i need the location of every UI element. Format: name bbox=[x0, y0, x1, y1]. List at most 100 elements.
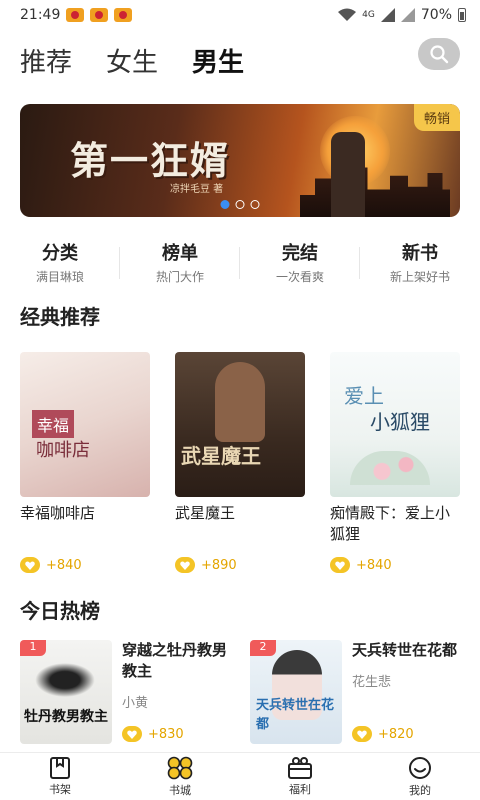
app-notification-icon bbox=[114, 8, 133, 22]
tab-male[interactable]: 男生 bbox=[190, 42, 247, 79]
cover-flower bbox=[350, 451, 430, 485]
status-left: 21:49 bbox=[20, 7, 133, 23]
top-tabs: 推荐 女生 男生 bbox=[0, 30, 480, 90]
category-title: 完结 bbox=[282, 239, 318, 265]
network-label: 4G bbox=[362, 10, 375, 20]
tab-recommend[interactable]: 推荐 bbox=[20, 42, 72, 79]
profile-icon bbox=[409, 756, 431, 779]
status-right: 4G 70% bbox=[338, 7, 466, 23]
heat-value: +840 bbox=[356, 557, 392, 573]
cover-title: 爱上 bbox=[344, 384, 384, 408]
book-card[interactable]: 武星魔王 武星魔王 +890 bbox=[175, 352, 305, 573]
cover-title: 小狐狸 bbox=[370, 410, 430, 434]
book-author: 小黄 bbox=[122, 696, 149, 711]
heat-value: +830 bbox=[148, 726, 184, 742]
heat-count: +830 bbox=[122, 726, 230, 742]
nav-bookshelf[interactable]: 书架 bbox=[0, 753, 120, 800]
category-rankings[interactable]: 榜单 热门大作 bbox=[120, 239, 240, 285]
book-cover: 幸福 咖啡店 bbox=[20, 352, 150, 497]
heart-coin-icon bbox=[352, 726, 372, 742]
hot-book-info: 天兵转世在花都 花生悲 +820 bbox=[352, 640, 457, 744]
cover-title: 牡丹教男教主 bbox=[24, 709, 108, 725]
rank-badge: 2 bbox=[250, 640, 276, 656]
book-title: 穿越之牡丹教男教主 bbox=[122, 641, 228, 680]
search-icon bbox=[430, 45, 449, 64]
cover-title: 天兵转世在花都 bbox=[256, 698, 335, 732]
banner-dot[interactable] bbox=[250, 200, 260, 209]
book-cover: 1 牡丹教男教主 bbox=[20, 640, 112, 744]
nav-welfare[interactable]: 福利 bbox=[240, 753, 360, 800]
nav-label: 书架 bbox=[49, 782, 71, 796]
app-notification-icon bbox=[90, 8, 109, 22]
heat-count: +890 bbox=[175, 557, 305, 573]
heat-value: +890 bbox=[201, 557, 237, 573]
category-subtitle: 一次看爽 bbox=[275, 270, 324, 284]
category-completed[interactable]: 完结 一次看爽 bbox=[240, 239, 360, 285]
banner-author: 凉拌毛豆 著 bbox=[170, 184, 224, 195]
book-title: 武星魔王 bbox=[175, 504, 236, 522]
cover-ink bbox=[30, 660, 100, 700]
book-card[interactable]: 爱上 小狐狸 痴情殿下：爱上小狐狸 +840 bbox=[330, 352, 460, 573]
classic-book-list: 幸福 咖啡店 幸福咖啡店 +840 武星魔王 武星魔王 +890 爱上 小狐狸 … bbox=[0, 352, 480, 573]
cover-title: 幸福 bbox=[32, 410, 75, 438]
category-classify[interactable]: 分类 满目琳琅 bbox=[0, 239, 120, 285]
heart-coin-icon bbox=[175, 557, 195, 573]
heart-coin-icon bbox=[20, 557, 40, 573]
bestseller-badge: 畅销 bbox=[413, 104, 460, 131]
status-time: 21:49 bbox=[20, 7, 61, 23]
heat-count: +820 bbox=[352, 726, 457, 742]
promo-banner[interactable]: 第一狂婿 凉拌毛豆 著 畅销 bbox=[20, 104, 460, 217]
app-notification-icon bbox=[66, 8, 85, 22]
bottom-navigation: 书架 书城 福利 我的 bbox=[0, 752, 480, 800]
nav-label: 我的 bbox=[409, 783, 431, 797]
section-title-classic: 经典推荐 bbox=[20, 301, 100, 330]
bookstore-icon bbox=[167, 756, 193, 779]
heat-value: +840 bbox=[46, 557, 82, 573]
wifi-icon bbox=[338, 8, 357, 21]
hot-book-list: 1 牡丹教男教主 穿越之牡丹教男教主 小黄 +830 2 天兵转世在花都 天兵转… bbox=[0, 640, 480, 744]
book-cover: 武星魔王 bbox=[175, 352, 305, 497]
search-button[interactable] bbox=[418, 38, 460, 70]
section-title-hot: 今日热榜 bbox=[20, 595, 100, 624]
hot-book-card[interactable]: 2 天兵转世在花都 天兵转世在花都 花生悲 +820 bbox=[250, 640, 460, 744]
category-subtitle: 满目琳琅 bbox=[35, 270, 84, 284]
book-cover: 2 天兵转世在花都 bbox=[250, 640, 342, 744]
book-title: 天兵转世在花都 bbox=[352, 641, 458, 659]
book-card[interactable]: 幸福 咖啡店 幸福咖啡店 +840 bbox=[20, 352, 150, 573]
category-subtitle: 热门大作 bbox=[155, 270, 204, 284]
book-cover: 爱上 小狐狸 bbox=[330, 352, 460, 497]
heat-value: +820 bbox=[378, 726, 414, 742]
cover-title: 武星魔王 bbox=[181, 444, 261, 468]
signal-icon bbox=[400, 8, 415, 22]
book-author: 花生悲 bbox=[352, 675, 392, 690]
category-title: 榜单 bbox=[162, 239, 198, 265]
nav-label: 书城 bbox=[169, 783, 191, 797]
cover-figure bbox=[215, 362, 265, 442]
category-title: 分类 bbox=[42, 239, 78, 265]
category-new-books[interactable]: 新书 新上架好书 bbox=[360, 239, 480, 285]
bookshelf-icon bbox=[50, 756, 70, 779]
signal-icon bbox=[380, 8, 395, 22]
book-title: 痴情殿下：爱上小狐狸 bbox=[330, 504, 451, 543]
nav-profile[interactable]: 我的 bbox=[360, 753, 480, 800]
rank-badge: 1 bbox=[20, 640, 46, 656]
nav-bookstore[interactable]: 书城 bbox=[120, 753, 240, 800]
nav-label: 福利 bbox=[289, 782, 311, 796]
banner-dot[interactable] bbox=[235, 200, 245, 209]
tab-female[interactable]: 女生 bbox=[106, 42, 158, 79]
status-bar: 21:49 4G 70% bbox=[0, 0, 480, 30]
heat-count: +840 bbox=[20, 557, 150, 573]
book-title: 幸福咖啡店 bbox=[20, 504, 96, 522]
banner-title: 第一狂婿 bbox=[70, 138, 231, 183]
banner-dot[interactable] bbox=[220, 200, 230, 209]
battery-icon bbox=[458, 8, 466, 22]
banner-figure bbox=[331, 132, 365, 217]
category-shortcuts: 分类 满目琳琅 榜单 热门大作 完结 一次看爽 新书 新上架好书 bbox=[0, 239, 480, 285]
banner-pagination bbox=[220, 200, 260, 209]
gift-icon bbox=[288, 756, 312, 779]
category-title: 新书 bbox=[402, 239, 438, 265]
battery-percent: 70% bbox=[420, 7, 452, 23]
hot-book-card[interactable]: 1 牡丹教男教主 穿越之牡丹教男教主 小黄 +830 bbox=[20, 640, 230, 744]
category-subtitle: 新上架好书 bbox=[389, 270, 450, 284]
hot-book-info: 穿越之牡丹教男教主 小黄 +830 bbox=[122, 640, 230, 744]
